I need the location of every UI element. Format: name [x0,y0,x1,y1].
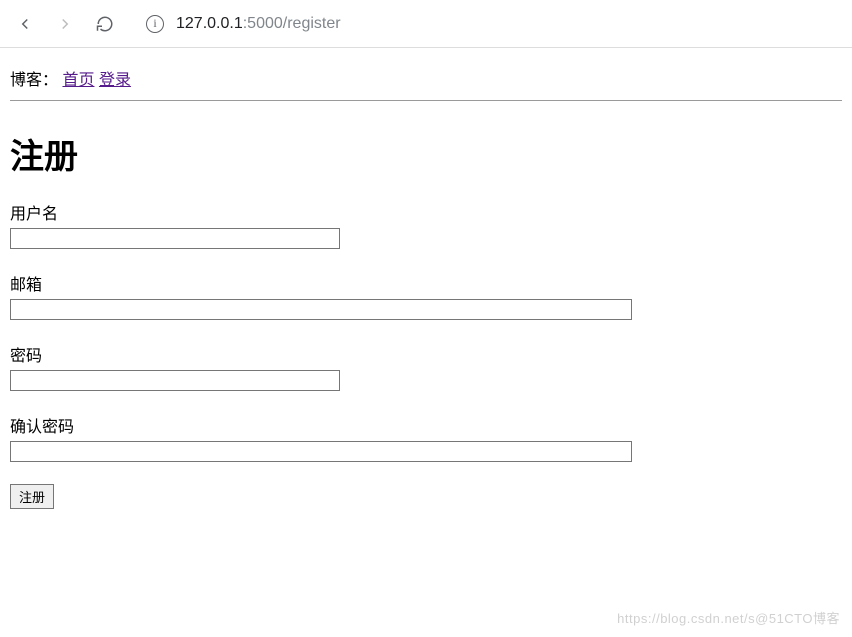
username-field: 用户名 [10,200,842,249]
watermark: https://blog.csdn.net/s@51CTO博客 [617,608,840,627]
submit-button[interactable]: 注册 [10,484,54,509]
email-input[interactable] [10,299,632,320]
url-path: /register [283,15,341,33]
page-title: 注册 [10,129,842,178]
site-header: 博客： 首页 登录 [10,58,842,101]
address-bar[interactable]: i 127.0.0.1:5000/register [136,9,844,39]
confirm-password-input[interactable] [10,441,632,462]
url-port: :5000 [243,15,283,33]
confirm-password-label: 确认密码 [10,413,842,437]
page-content: 博客： 首页 登录 注册 用户名 邮箱 密码 确认密码 注册 [0,48,852,519]
password-label: 密码 [10,342,842,366]
username-label: 用户名 [10,200,842,224]
register-form: 用户名 邮箱 密码 确认密码 注册 [10,200,842,509]
browser-toolbar: i 127.0.0.1:5000/register [0,0,852,48]
confirm-password-field: 确认密码 [10,413,842,462]
reload-icon[interactable] [88,7,122,41]
home-link[interactable]: 首页 [62,72,94,89]
password-input[interactable] [10,370,340,391]
email-field: 邮箱 [10,271,842,320]
email-label: 邮箱 [10,271,842,295]
info-icon: i [146,15,164,33]
back-icon[interactable] [8,7,42,41]
username-input[interactable] [10,228,340,249]
forward-icon[interactable] [48,7,82,41]
site-label: 博客： [10,72,58,89]
login-link[interactable]: 登录 [99,72,131,89]
password-field: 密码 [10,342,842,391]
url-host: 127.0.0.1 [176,15,243,33]
